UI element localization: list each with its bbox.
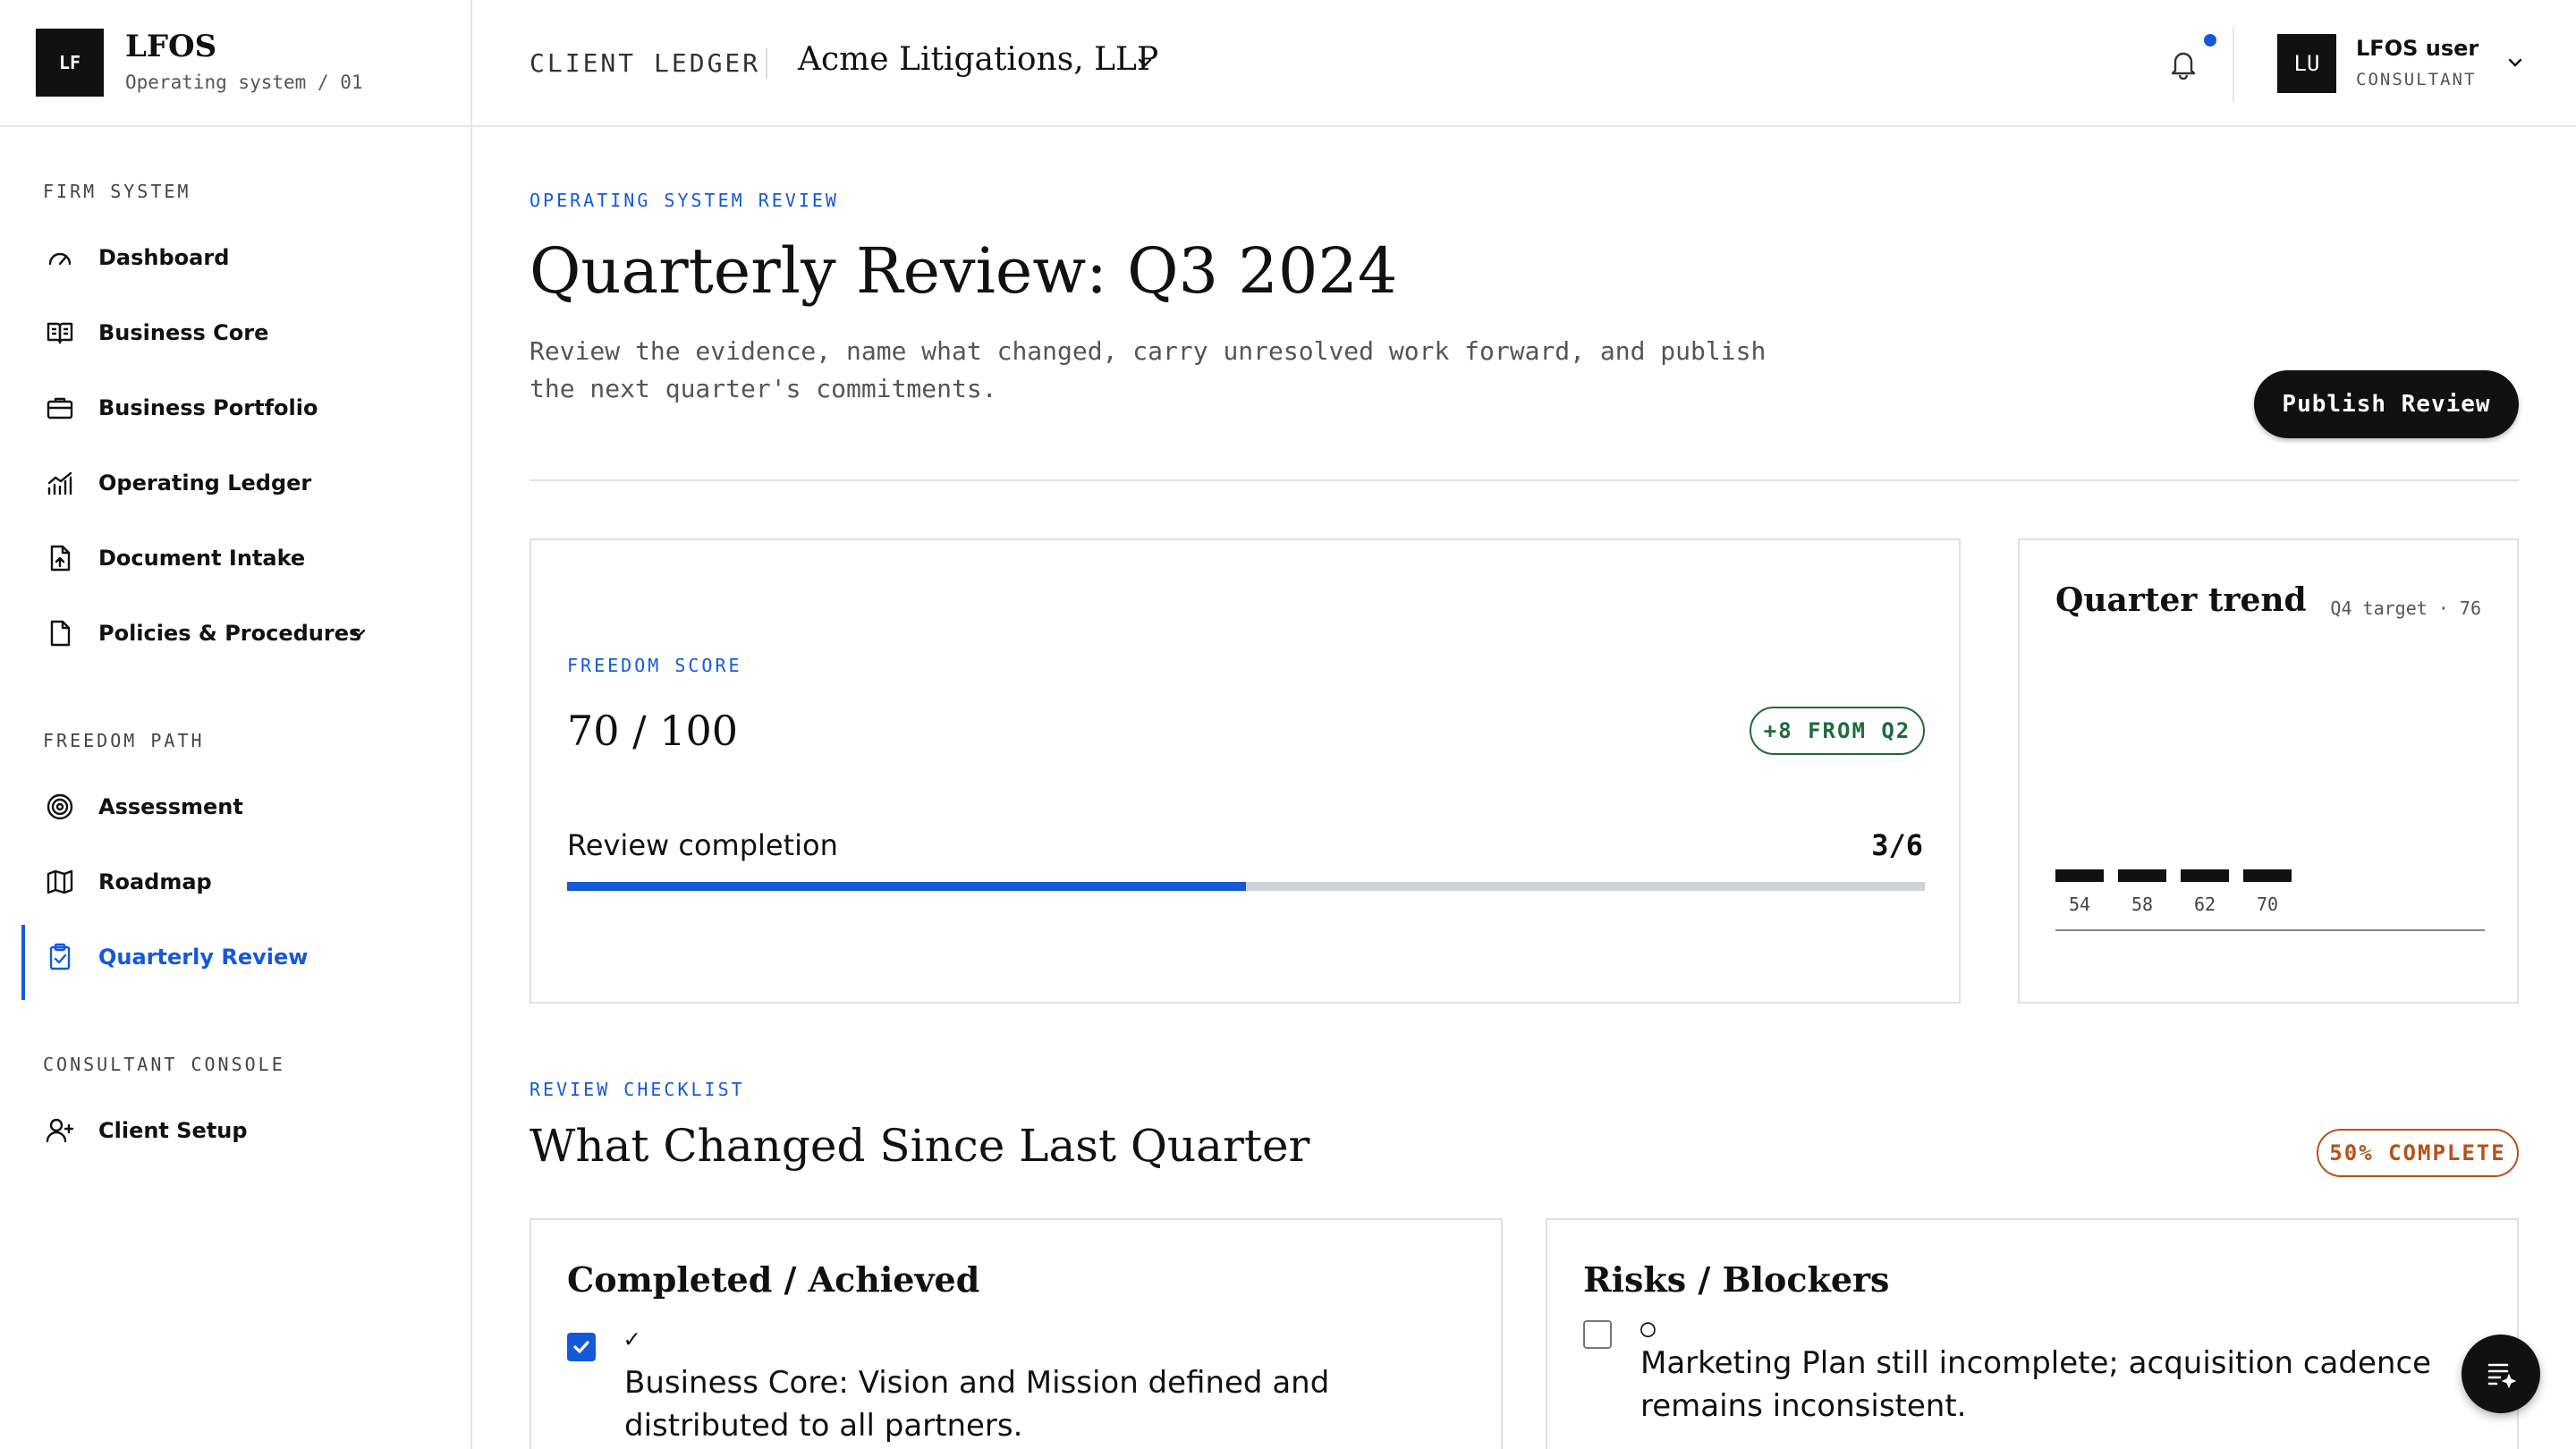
client-selector[interactable]: Acme Litigations, LLP (798, 41, 1158, 78)
publish-review-button[interactable]: Publish Review (2254, 370, 2519, 438)
sidebar-item-business-core[interactable]: Business Core (0, 301, 470, 365)
avatar[interactable]: LU (2277, 34, 2336, 93)
sidebar-item-operating-ledger[interactable]: Operating Ledger (0, 451, 470, 515)
review-completion-count: 3/6 (1871, 828, 1923, 862)
brand-logo[interactable]: LF (36, 29, 104, 97)
assistant-button[interactable] (2462, 1335, 2540, 1413)
review-progress-fill (567, 882, 1246, 891)
sidebar: LF LFOS Operating system / 01 FIRM SYSTE… (0, 0, 472, 1449)
bell-icon[interactable] (2163, 43, 2204, 84)
sidebar-item-policies-procedures[interactable]: Policies & Procedures (0, 601, 470, 665)
chevron-down-icon[interactable] (2503, 50, 2528, 75)
sidebar-item-roadmap[interactable]: Roadmap (0, 850, 470, 914)
freedom-score-card: FREEDOM SCORE 70 / 100 +8 FROM Q2 Review… (530, 538, 1961, 1004)
list-sparkle-icon (2483, 1355, 2519, 1394)
sidebar-item-business-portfolio[interactable]: Business Portfolio (0, 376, 470, 440)
sidebar-item-dashboard[interactable]: Dashboard (0, 225, 470, 290)
brand-name: LFOS (125, 29, 217, 64)
sidebar-item-label: Policies & Procedures (98, 621, 362, 646)
quarter-trend-chart: 54 58 62 70 (2055, 869, 2485, 931)
sidebar-item-label: Roadmap (98, 869, 212, 894)
trend-tick-label: 58 (2131, 894, 2153, 915)
review-completion-label: Review completion (567, 828, 838, 862)
page-description: Review the evidence, name what changed, … (530, 336, 1767, 403)
chart-icon (45, 468, 75, 498)
sidebar-item-assessment[interactable]: Assessment (0, 775, 470, 839)
checklist-eyebrow: REVIEW CHECKLIST (530, 1079, 745, 1100)
check-mark-icon: ✓ (624, 1324, 640, 1353)
circle-icon: ○ (1640, 1313, 1656, 1343)
page-title: Quarterly Review: Q3 2024 (530, 234, 1398, 308)
trend-tick-label: 54 (2069, 894, 2090, 915)
sidebar-item-label: Dashboard (98, 245, 230, 270)
checklist-title: What Changed Since Last Quarter (530, 1120, 1310, 1172)
top-bar: CLIENT LEDGER Acme Litigations, LLP LU L… (472, 0, 2576, 127)
trend-tick-label: 62 (2194, 894, 2216, 915)
freedom-score-value: 70 / 100 (567, 707, 739, 755)
divider (530, 479, 2519, 481)
sidebar-item-label: Quarterly Review (98, 945, 309, 970)
user-role: CONSULTANT (2356, 70, 2477, 89)
target-icon (45, 792, 75, 822)
sidebar-item-quarterly-review[interactable]: Quarterly Review (0, 925, 470, 1000)
score-delta-badge: +8 FROM Q2 (1750, 707, 1925, 755)
briefcase-icon (45, 393, 75, 423)
sidebar-item-label: Assessment (98, 794, 243, 819)
sidebar-item-label: Document Intake (98, 546, 306, 571)
chevron-down-icon[interactable] (347, 622, 370, 645)
sidebar-item-document-intake[interactable]: Document Intake (0, 526, 470, 590)
section-title-firm-system: FIRM SYSTEM (43, 181, 191, 202)
trend-bar-58 (2118, 869, 2166, 882)
trend-bar-54 (2055, 869, 2104, 882)
chevron-down-icon[interactable] (1132, 50, 1157, 75)
trend-tick-label: 70 (2257, 894, 2278, 915)
brand-subtitle: Operating system / 01 (125, 72, 363, 93)
brand-header: LF LFOS Operating system / 01 (0, 0, 470, 127)
divider (2233, 27, 2234, 102)
review-progress-bar (567, 882, 1925, 891)
client-ledger-label: CLIENT LEDGER (530, 48, 761, 78)
document-upload-icon (45, 543, 75, 573)
book-icon (45, 318, 75, 348)
gauge-icon (45, 242, 75, 273)
file-icon (45, 618, 75, 648)
notification-dot (2204, 34, 2216, 47)
sidebar-item-client-setup[interactable]: Client Setup (0, 1098, 470, 1163)
clipboard-check-icon (45, 942, 75, 972)
risk-item-text: Marketing Plan still incomplete; acquisi… (1640, 1345, 2432, 1424)
trend-bar-70 (2243, 869, 2292, 882)
sidebar-item-label: Client Setup (98, 1118, 248, 1143)
trend-target: Q4 target · 76 (2330, 597, 2481, 619)
risk-item-checkbox[interactable] (1583, 1320, 1612, 1349)
user-plus-icon (45, 1115, 75, 1146)
chart-title: Quarter trend (2055, 581, 2307, 619)
completed-column: Completed / Achieved ✓ Business Core: Vi… (530, 1218, 1503, 1449)
sidebar-item-label: Business Core (98, 320, 269, 345)
page-eyebrow: OPERATING SYSTEM REVIEW (530, 190, 839, 211)
user-name[interactable]: LFOS user (2356, 36, 2479, 61)
completed-item-text: Business Core: Vision and Mission define… (624, 1365, 1330, 1444)
completion-badge: 50% COMPLETE (2317, 1129, 2519, 1177)
completed-item-checkbox[interactable] (567, 1333, 596, 1361)
trend-bar-62 (2181, 869, 2229, 882)
risks-column-title: Risks / Blockers (1583, 1259, 1890, 1300)
completed-column-title: Completed / Achieved (567, 1259, 980, 1300)
map-icon (45, 867, 75, 897)
sidebar-item-label: Operating Ledger (98, 470, 312, 496)
quarter-trend-card: Quarter trend Q4 target · 76 54 58 62 70 (2018, 538, 2519, 1004)
section-title-freedom-path: FREEDOM PATH (43, 730, 205, 751)
risks-column: Risks / Blockers ○ Marketing Plan still … (1546, 1218, 2519, 1449)
freedom-score-label: FREEDOM SCORE (567, 655, 742, 676)
divider (766, 48, 767, 79)
section-title-consultant-console: CONSULTANT CONSOLE (43, 1054, 285, 1075)
sidebar-item-label: Business Portfolio (98, 395, 318, 420)
